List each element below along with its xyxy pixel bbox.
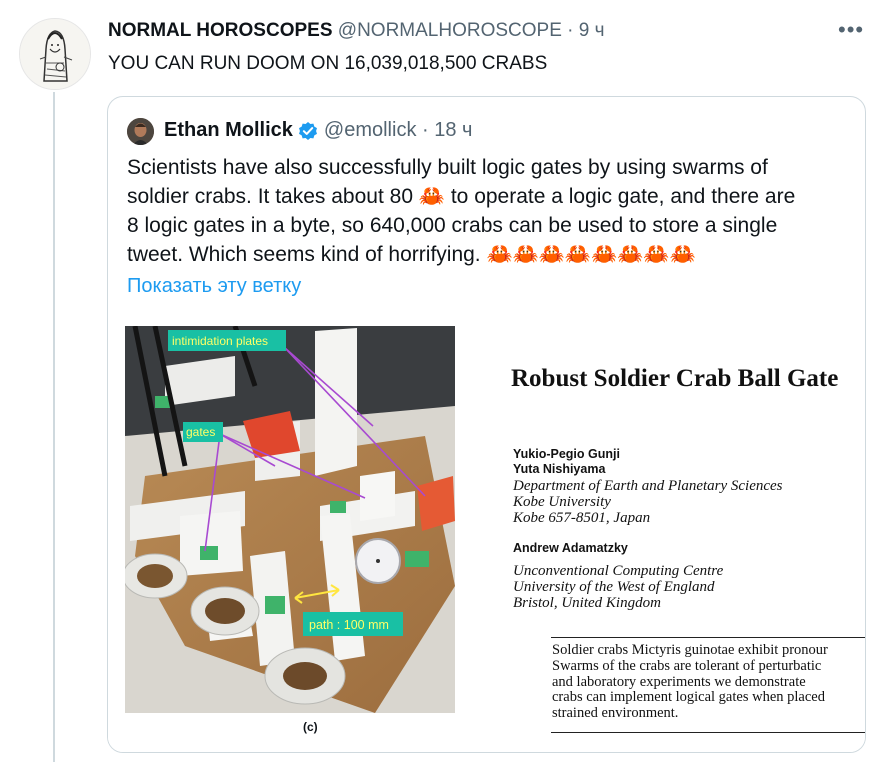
more-options-icon[interactable]: ••• — [838, 17, 864, 43]
avatar[interactable] — [19, 18, 91, 90]
tweet-header: NORMAL HOROSCOPES @NORMALHOROSCOPE · 9 ч — [108, 20, 605, 42]
paper-author: Yuta Nishiyama — [513, 462, 606, 476]
crab-maze-photo: intimidation plates gates path : 100 mm — [125, 326, 455, 713]
quoted-text-line: tweet. Which seems kind of horrifying. 🦀… — [127, 240, 852, 269]
verified-badge-icon — [298, 121, 317, 140]
author-handle-time[interactable]: @NORMALHOROSCOPE · 9 ч — [338, 20, 605, 41]
author-name[interactable]: NORMAL HOROSCOPES — [108, 20, 333, 41]
paper-affiliation: Unconventional Computing Centre Universi… — [513, 563, 723, 611]
quoted-text-line: Scientists have also successfully built … — [127, 156, 768, 179]
path-label: path : 100 mm — [309, 618, 389, 632]
show-thread-link[interactable]: Показать эту ветку — [127, 275, 301, 298]
tweet-text: YOU CAN RUN DOOM ON 16,039,018,500 CRABS — [108, 53, 548, 74]
quoted-tweet[interactable]: Ethan Mollick @emollick · 18 ч Scientist… — [107, 96, 866, 753]
abstract-line: strained environment. — [552, 705, 679, 722]
quoted-handle-time[interactable]: @emollick · 18 ч — [324, 119, 473, 142]
quoted-author-name[interactable]: Ethan Mollick — [164, 119, 293, 142]
attached-image[interactable]: intimidation plates gates path : 100 mm … — [108, 323, 865, 752]
thread-connector-line — [53, 92, 55, 762]
quoted-text-line: 8 logic gates in a byte, so 640,000 crab… — [127, 214, 778, 237]
abstract-line: Soldier crabs Mictyris guinotae exhibit … — [552, 642, 828, 658]
quoted-header: Ethan Mollick @emollick · 18 ч — [164, 119, 472, 142]
quoted-text-fragment: to operate a logic gate, and there are — [450, 185, 796, 208]
abstract-line: and laboratory experiments we demonstrat… — [552, 673, 806, 690]
paper-affiliation: Department of Earth and Planetary Scienc… — [513, 478, 783, 526]
gates-label: gates — [186, 425, 215, 439]
abstract-line: Swarms of the crabs are tolerant of pert… — [552, 657, 822, 674]
affiliation-line: Kobe 657-8501, Japan — [513, 510, 651, 526]
abstract-line: crabs can implement logical gates when p… — [552, 689, 825, 706]
affiliation-line: Kobe University — [513, 494, 611, 510]
paper-author: Yukio-Pegio Gunji — [513, 447, 620, 461]
figure-caption: (c) — [303, 720, 318, 734]
quoted-text-fragment: tweet. Which seems kind of horrifying. — [127, 243, 481, 266]
affiliation-line: Unconventional Computing Centre — [513, 563, 724, 579]
affiliation-line: Department of Earth and Planetary Scienc… — [513, 478, 783, 494]
quoted-text-fragment: soldier crabs. It takes about 80 — [127, 185, 413, 208]
affiliation-line: University of the West of England — [513, 579, 715, 595]
crab-emoji-icon: 🦀 — [418, 185, 445, 208]
quoted-tweet-text: Scientists have also successfully built … — [127, 153, 852, 269]
quoted-avatar[interactable] — [127, 118, 154, 145]
intimidation-plates-label: intimidation plates — [172, 334, 268, 348]
affiliation-line: Bristol, United Kingdom — [513, 595, 661, 611]
paper-author: Andrew Adamatzky — [513, 541, 628, 555]
crab-emoji-row-icon: 🦀🦀🦀🦀🦀🦀🦀🦀 — [486, 243, 696, 266]
quoted-text-line: soldier crabs. It takes about 80 🦀 to op… — [127, 182, 852, 211]
person-photo-icon — [127, 118, 154, 145]
paper-abstract: Soldier crabs Mictyris guinotae exhibit … — [551, 637, 865, 733]
paper-title: Robust Soldier Crab Ball Gate — [511, 365, 839, 392]
avatar-drawing-icon — [20, 19, 90, 89]
